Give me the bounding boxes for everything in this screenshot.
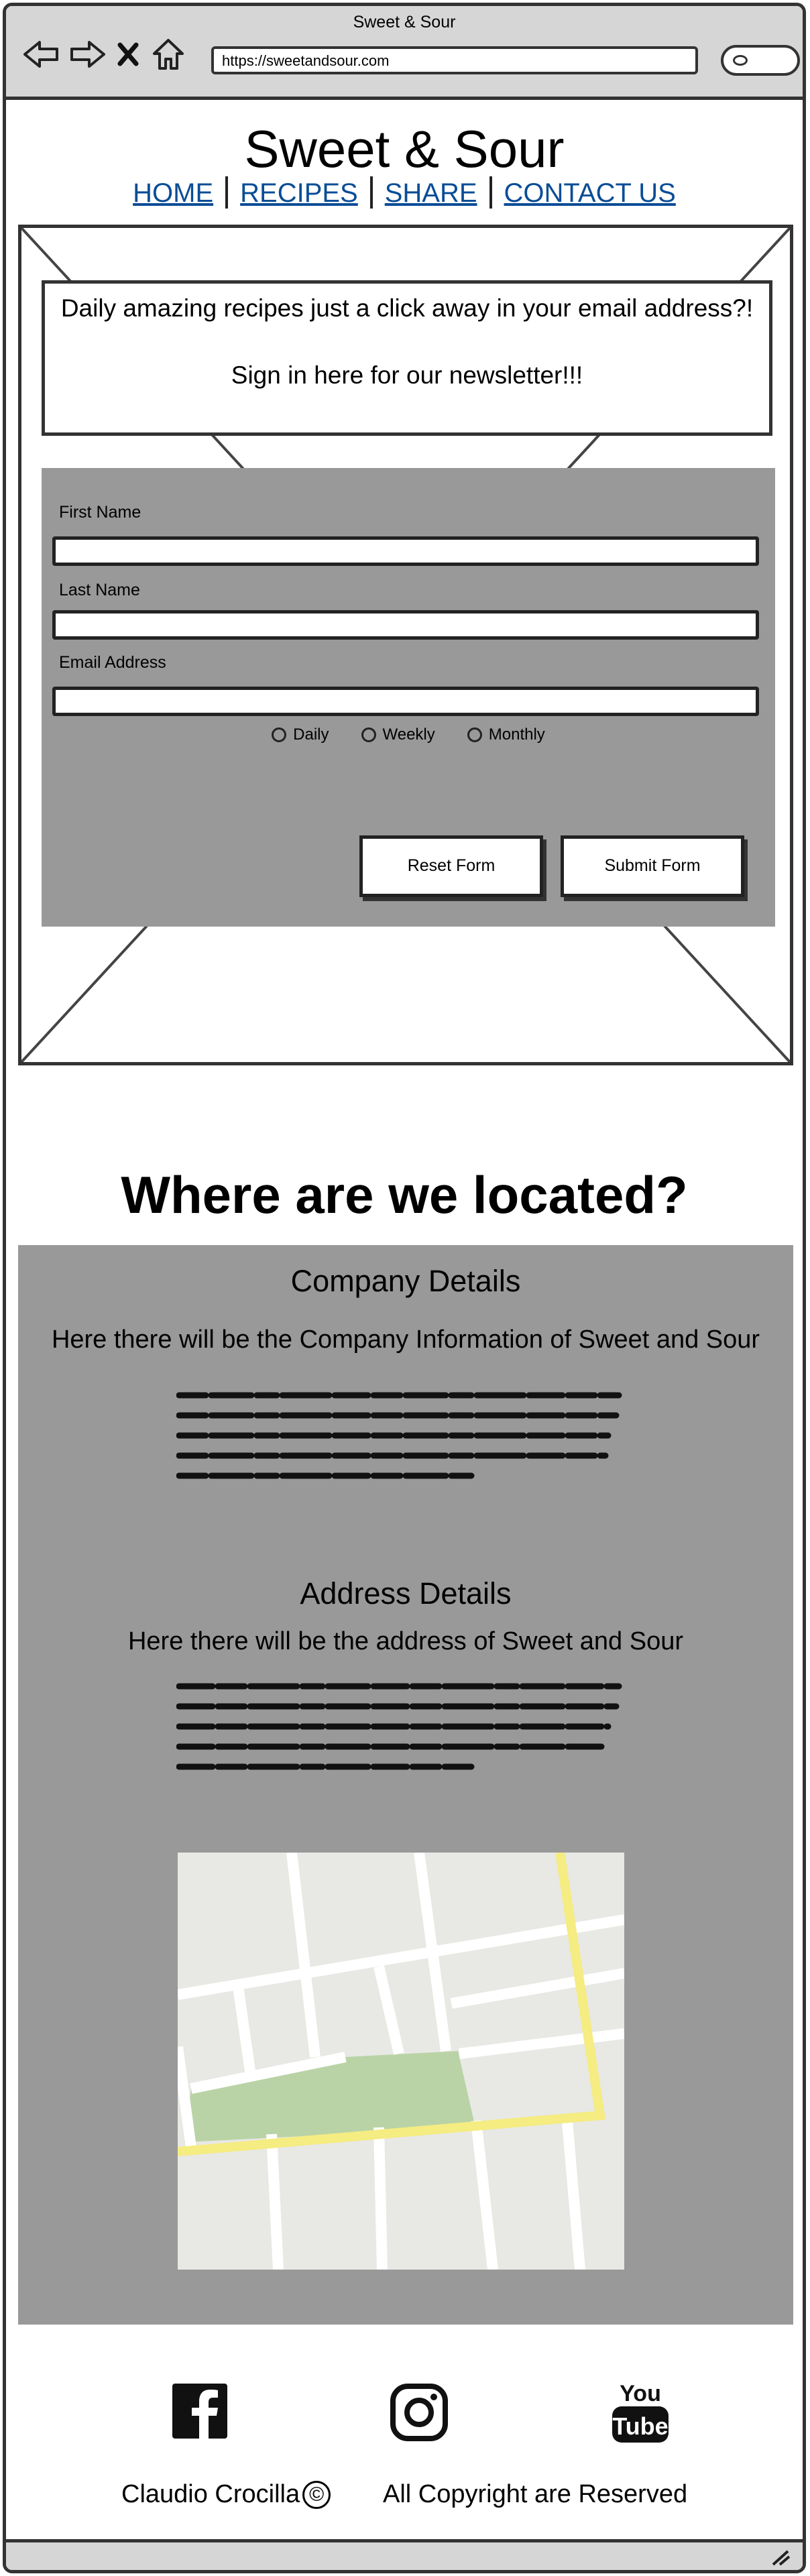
radio-daily-label: Daily — [293, 725, 329, 744]
location-panel: Company Details Here there will be the C… — [18, 1245, 793, 2325]
youtube-icon[interactable]: You Tube — [608, 2377, 673, 2445]
radio-monthly[interactable]: Monthly — [467, 725, 545, 744]
promo-text: Daily amazing recipes just a click away … — [60, 294, 754, 322]
svg-text:You: You — [620, 2381, 661, 2406]
browser-search-box[interactable] — [721, 45, 800, 76]
copyright-symbol: © — [302, 2481, 331, 2509]
nav-share-link[interactable]: SHARE — [385, 178, 477, 208]
address-details-title: Address Details — [300, 1576, 512, 1611]
browser-window: Sweet & Sour https://sweetandsour.com Sw… — [3, 3, 806, 2573]
radio-daily[interactable]: Daily — [272, 725, 329, 744]
location-map[interactable] — [178, 1853, 624, 2270]
address-details-text: Here there will be the address of Sweet … — [127, 1627, 684, 1655]
back-arrow-icon[interactable] — [22, 36, 60, 73]
nav-contact-link[interactable]: CONTACT US — [504, 178, 676, 208]
browser-toolbar: Sweet & Sour https://sweetandsour.com — [6, 6, 803, 100]
nav-home-link[interactable]: HOME — [133, 178, 213, 208]
company-details-text: Here there will be the Company Informati… — [51, 1326, 760, 1354]
svg-text:Tube: Tube — [612, 2412, 668, 2440]
radio-circle[interactable] — [272, 727, 287, 742]
nav-divider — [369, 176, 373, 209]
placeholder-scribble-text — [176, 1392, 622, 1479]
close-icon[interactable] — [116, 36, 140, 73]
browser-nav-buttons — [22, 34, 187, 74]
submit-form-button[interactable]: Submit Form — [561, 835, 744, 897]
location-heading: Where are we located? — [121, 1165, 688, 1224]
last-name-label: Last Name — [59, 581, 140, 599]
radio-circle[interactable] — [467, 727, 482, 742]
reset-form-button[interactable]: Reset Form — [359, 835, 543, 897]
search-icon — [733, 55, 748, 66]
email-field[interactable] — [52, 687, 759, 716]
home-icon[interactable] — [150, 36, 187, 73]
newsletter-hero-image-placeholder: Daily amazing recipes just a click away … — [18, 225, 793, 1065]
newsletter-form: First Name Last Name Email Address Daily… — [42, 468, 775, 927]
newsletter-promo-box: Daily amazing recipes just a click away … — [42, 280, 772, 436]
window-title: Sweet & Sour — [353, 13, 456, 32]
footer-author-name: Claudio Crocilla — [121, 2480, 300, 2508]
promo-signup-text: Sign in here for our newsletter!!! — [231, 361, 583, 389]
first-name-label: First Name — [59, 503, 141, 522]
facebook-icon[interactable] — [171, 2381, 231, 2445]
footer-author: Claudio Crocilla © — [121, 2480, 331, 2509]
nav-divider — [225, 176, 229, 209]
site-title: Sweet & Sour — [244, 119, 565, 178]
company-details-title: Company Details — [290, 1264, 521, 1298]
last-name-field[interactable] — [52, 610, 759, 640]
placeholder-scribble-text — [176, 1683, 622, 1770]
instagram-icon[interactable] — [390, 2381, 450, 2445]
nav-recipes-link[interactable]: RECIPES — [240, 178, 358, 208]
resize-grip-icon[interactable] — [770, 2549, 791, 2566]
browser-status-bar — [6, 2539, 803, 2570]
frequency-radio-group: Daily Weekly Monthly — [42, 725, 775, 744]
nav-divider — [489, 176, 492, 209]
email-label: Email Address — [59, 653, 166, 672]
forward-arrow-icon[interactable] — [69, 36, 107, 73]
radio-weekly-label: Weekly — [382, 725, 435, 744]
footer-copyright: All Copyright are Reserved — [383, 2480, 688, 2508]
first-name-field[interactable] — [52, 536, 759, 566]
radio-weekly[interactable]: Weekly — [361, 725, 435, 744]
radio-circle[interactable] — [361, 727, 376, 742]
radio-monthly-label: Monthly — [488, 725, 545, 744]
address-bar[interactable]: https://sweetandsour.com — [211, 46, 698, 74]
main-nav: HOME RECIPES SHARE CONTACT US — [6, 176, 803, 209]
